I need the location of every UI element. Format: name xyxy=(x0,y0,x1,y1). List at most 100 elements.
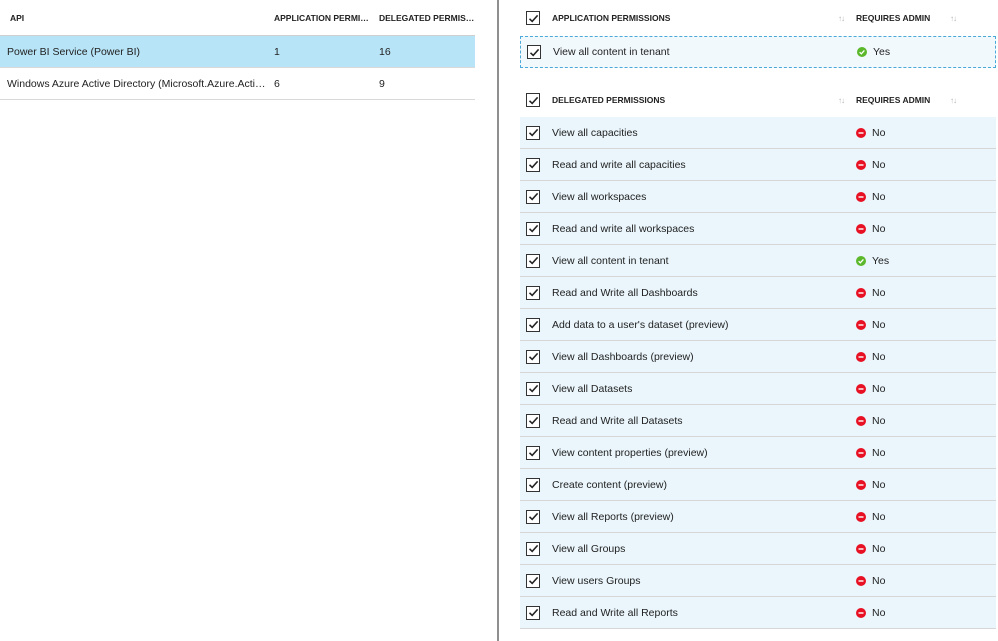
requires-admin-text: No xyxy=(872,510,886,523)
minus-circle-icon xyxy=(856,543,866,554)
permission-row[interactable]: Read and write all workspaces No xyxy=(520,213,996,245)
permission-checkbox[interactable] xyxy=(526,253,540,268)
sort-arrows-icon: ↑↓ xyxy=(838,13,845,23)
permission-checkbox[interactable] xyxy=(527,45,541,59)
permission-checkbox[interactable] xyxy=(526,317,540,332)
permission-row[interactable]: Read and Write all Datasets No xyxy=(520,405,996,437)
checkmark-icon xyxy=(528,512,538,521)
column-header-application-permissions[interactable]: APPLICATION PERMISSIONS xyxy=(267,13,372,23)
requires-admin-value: No xyxy=(852,383,962,395)
permission-row[interactable]: View all Dashboards (preview) No xyxy=(520,341,996,373)
permission-checkbox[interactable] xyxy=(526,477,540,492)
api-app-count: 6 xyxy=(274,77,280,90)
minus-circle-icon xyxy=(856,287,866,298)
permission-checkbox[interactable] xyxy=(526,541,540,556)
minus-circle-icon xyxy=(856,319,866,330)
permission-checkbox[interactable] xyxy=(526,509,540,524)
permission-label: Read and Write all Reports xyxy=(552,606,678,619)
permission-row[interactable]: View all Groups No xyxy=(520,533,996,565)
minus-circle-icon xyxy=(856,607,866,618)
application-permissions-column[interactable]: APPLICATION PERMISSIONS ↑↓ xyxy=(552,13,852,23)
api-row-azure-ad[interactable]: Windows Azure Active Directory (Microsof… xyxy=(0,68,475,100)
select-all-application-checkbox[interactable] xyxy=(526,11,540,25)
column-header-api[interactable]: API xyxy=(0,13,267,23)
minus-circle-icon xyxy=(856,479,866,490)
permission-row[interactable]: View all capacities No xyxy=(520,117,996,149)
checkmark-icon xyxy=(528,416,538,425)
requires-admin-text: No xyxy=(872,414,886,427)
requires-admin-text: No xyxy=(872,158,886,171)
permission-label: View all content in tenant xyxy=(552,254,669,267)
requires-admin-text: No xyxy=(872,542,886,555)
select-all-delegated-checkbox[interactable] xyxy=(526,93,540,107)
permission-row[interactable]: View content properties (preview) No xyxy=(520,437,996,469)
delegated-permissions-title: DELEGATED PERMISSIONS xyxy=(552,95,666,105)
requires-admin-value: No xyxy=(852,543,962,555)
checkmark-icon xyxy=(529,48,539,57)
requires-admin-value: No xyxy=(852,511,962,523)
checkmark-icon xyxy=(528,224,538,233)
permission-label: View all Datasets xyxy=(552,382,633,395)
checkmark-icon xyxy=(528,352,538,361)
permission-checkbox[interactable] xyxy=(526,445,540,460)
checkmark-icon xyxy=(528,544,538,553)
api-name: Power BI Service (Power BI) xyxy=(7,45,141,58)
requires-admin-value: No xyxy=(852,319,962,331)
requires-admin-text: No xyxy=(872,606,886,619)
permission-row[interactable]: Create content (preview) No xyxy=(520,469,996,501)
minus-circle-icon xyxy=(856,511,866,522)
api-table: API APPLICATION PERMISSIONS DELEGATED PE… xyxy=(0,0,475,100)
permission-row[interactable]: View all content in tenant Yes xyxy=(520,36,996,68)
api-row-power-bi[interactable]: Power BI Service (Power BI) 1 16 xyxy=(0,36,475,68)
permission-checkbox[interactable] xyxy=(526,381,540,396)
requires-admin-text: No xyxy=(872,126,886,139)
permission-checkbox[interactable] xyxy=(526,413,540,428)
api-name: Windows Azure Active Directory (Microsof… xyxy=(7,77,267,90)
permission-row[interactable]: View all Reports (preview) No xyxy=(520,501,996,533)
requires-admin-value: Yes xyxy=(852,255,962,267)
api-app-count: 1 xyxy=(274,45,280,58)
checkmark-icon xyxy=(528,576,538,585)
requires-admin-column[interactable]: REQUIRES ADMIN ↑↓ xyxy=(852,95,962,105)
permission-checkbox[interactable] xyxy=(526,349,540,364)
permission-row[interactable]: View all workspaces No xyxy=(520,181,996,213)
permission-row[interactable]: View all Datasets No xyxy=(520,373,996,405)
permission-checkbox[interactable] xyxy=(526,221,540,236)
permission-row[interactable]: Add data to a user's dataset (preview) No xyxy=(520,309,996,341)
requires-admin-value: No xyxy=(852,415,962,427)
permission-row[interactable]: Read and write all capacities No xyxy=(520,149,996,181)
permission-label: View all content in tenant xyxy=(553,46,670,58)
permission-checkbox[interactable] xyxy=(526,573,540,588)
checkmark-icon xyxy=(528,320,538,329)
permission-label: View users Groups xyxy=(552,574,641,587)
permission-checkbox[interactable] xyxy=(526,285,540,300)
permission-checkbox[interactable] xyxy=(526,125,540,140)
minus-circle-icon xyxy=(856,191,866,202)
requires-admin-value: No xyxy=(852,287,962,299)
permissions-pane: APPLICATION PERMISSIONS ↑↓ REQUIRES ADMIN… xyxy=(520,0,996,629)
permission-checkbox[interactable] xyxy=(526,189,540,204)
delegated-permissions-list: View all capacities No Read and write all … xyxy=(520,117,996,629)
permission-row[interactable]: Read and Write all Dashboards No xyxy=(520,277,996,309)
permission-row[interactable]: Read and Write all Reports No xyxy=(520,597,996,629)
minus-circle-icon xyxy=(856,127,866,138)
permission-checkbox[interactable] xyxy=(526,605,540,620)
column-header-delegated-permissions[interactable]: DELEGATED PERMISSIONS xyxy=(372,13,475,23)
minus-circle-icon xyxy=(856,447,866,458)
requires-admin-text: No xyxy=(872,350,886,363)
minus-circle-icon xyxy=(856,351,866,362)
requires-admin-title: REQUIRES ADMIN xyxy=(856,13,931,23)
checkmark-icon xyxy=(528,608,538,617)
requires-admin-column[interactable]: REQUIRES ADMIN ↑↓ xyxy=(852,13,962,23)
permission-row[interactable]: View all content in tenant Yes xyxy=(520,245,996,277)
check-circle-icon xyxy=(857,47,867,57)
pane-splitter[interactable] xyxy=(497,0,499,641)
checkmark-icon xyxy=(528,96,538,105)
permission-row[interactable]: View users Groups No xyxy=(520,565,996,597)
delegated-permissions-column[interactable]: DELEGATED PERMISSIONS ↑↓ xyxy=(552,95,852,105)
checkmark-icon xyxy=(528,14,538,23)
requires-admin-value: No xyxy=(852,447,962,459)
permission-checkbox[interactable] xyxy=(526,157,540,172)
api-delegated-count: 9 xyxy=(379,77,385,90)
requires-admin-text: No xyxy=(872,286,886,299)
